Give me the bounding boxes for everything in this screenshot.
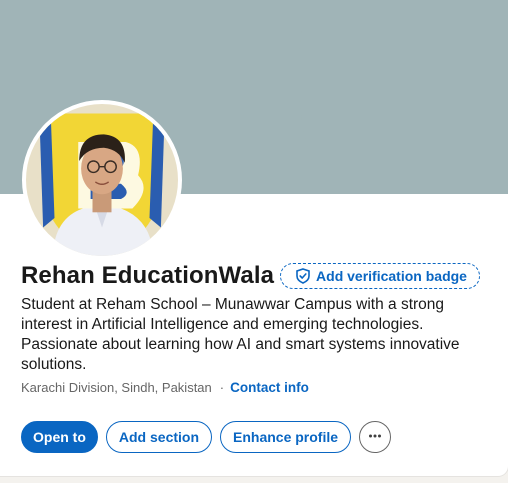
profile-headline: Student at Reham School – Munawwar Campu… [21,296,460,373]
shield-check-icon [295,268,311,284]
enhance-profile-button[interactable]: Enhance profile [220,421,352,453]
ellipsis-icon [367,428,383,447]
profile-name: Rehan EducationWala [21,262,275,289]
profile-actions: Open to Add section Enhance profile [21,421,399,453]
avatar-photo [26,104,178,256]
add-verification-badge-button[interactable]: Add verification badge [280,263,480,289]
banner-decoration-inner [298,0,508,194]
open-to-button[interactable]: Open to [21,421,98,453]
profile-avatar[interactable] [22,100,182,260]
name-row: Rehan EducationWala Add verification bad… [21,262,480,290]
contact-info-link[interactable]: Contact info [230,380,309,395]
separator-dot: · [219,380,225,395]
location-row: Karachi Division, Sindh, Pakistan · Cont… [21,380,309,395]
profile-card: Rehan EducationWala Add verification bad… [0,0,508,476]
add-section-button[interactable]: Add section [105,421,213,453]
more-actions-button[interactable] [359,421,392,453]
profile-location: Karachi Division, Sindh, Pakistan [21,380,212,395]
verification-badge-label: Add verification badge [316,268,467,284]
